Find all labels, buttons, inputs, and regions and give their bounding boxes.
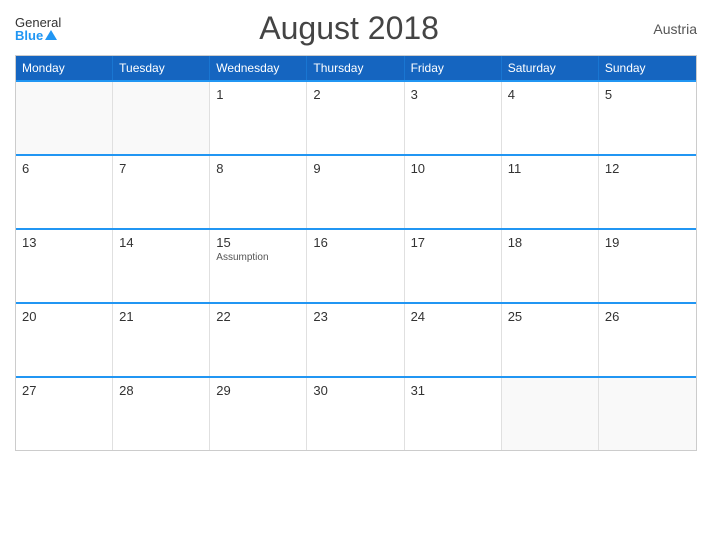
country-label: Austria [637,21,697,37]
day-cell: 30 [307,378,404,450]
day-number: 29 [216,383,300,398]
day-number: 16 [313,235,397,250]
day-number: 22 [216,309,300,324]
day-number: 9 [313,161,397,176]
logo-blue-text: Blue [15,29,43,42]
week-row-3: 13 14 15 Assumption 16 17 18 19 [16,228,696,302]
day-number: 12 [605,161,690,176]
day-cell: 19 [599,230,696,302]
day-number: 15 [216,235,300,250]
day-number: 1 [216,87,300,102]
day-number: 8 [216,161,300,176]
day-number: 30 [313,383,397,398]
day-header-monday: Monday [16,56,113,80]
day-header-friday: Friday [405,56,502,80]
logo-triangle-icon [45,30,57,40]
day-cell: 16 [307,230,404,302]
month-title: August 2018 [61,10,637,47]
day-number: 14 [119,235,203,250]
day-headers-row: MondayTuesdayWednesdayThursdayFridaySatu… [16,56,696,80]
day-number: 21 [119,309,203,324]
day-number: 28 [119,383,203,398]
day-header-sunday: Sunday [599,56,696,80]
day-number: 3 [411,87,495,102]
day-number: 23 [313,309,397,324]
day-cell: 10 [405,156,502,228]
day-cell: 3 [405,82,502,154]
day-number: 13 [22,235,106,250]
day-header-tuesday: Tuesday [113,56,210,80]
day-header-saturday: Saturday [502,56,599,80]
day-cell: 6 [16,156,113,228]
weeks-container: 123456789101112131415Assumption161718192… [16,80,696,450]
day-cell [502,378,599,450]
day-cell: 14 [113,230,210,302]
day-number: 26 [605,309,690,324]
day-cell: 18 [502,230,599,302]
calendar-grid: MondayTuesdayWednesdayThursdayFridaySatu… [15,55,697,451]
day-cell: 22 [210,304,307,376]
calendar-container: General Blue August 2018 Austria MondayT… [0,0,712,550]
day-number: 5 [605,87,690,102]
week-row-5: 27 28 29 30 31 [16,376,696,450]
day-cell: 17 [405,230,502,302]
day-cell: 9 [307,156,404,228]
day-cell: 11 [502,156,599,228]
day-number: 7 [119,161,203,176]
day-header-wednesday: Wednesday [210,56,307,80]
day-cell: 27 [16,378,113,450]
day-number: 27 [22,383,106,398]
day-cell [113,82,210,154]
day-number: 20 [22,309,106,324]
day-cell: 2 [307,82,404,154]
day-cell: 31 [405,378,502,450]
day-cell: 29 [210,378,307,450]
day-cell: 12 [599,156,696,228]
holiday-name: Assumption [216,252,300,263]
day-cell: 4 [502,82,599,154]
logo: General Blue [15,16,61,42]
day-cell: 23 [307,304,404,376]
day-cell: 28 [113,378,210,450]
week-row-1: 12345 [16,80,696,154]
day-cell: 8 [210,156,307,228]
day-cell: 26 [599,304,696,376]
day-number: 2 [313,87,397,102]
day-number: 6 [22,161,106,176]
day-cell: 1 [210,82,307,154]
week-row-2: 6789 10 11 12 [16,154,696,228]
day-cell: 7 [113,156,210,228]
day-cell [599,378,696,450]
day-cell [16,82,113,154]
day-number: 31 [411,383,495,398]
day-cell: 21 [113,304,210,376]
day-number: 17 [411,235,495,250]
day-cell: 5 [599,82,696,154]
day-cell: 24 [405,304,502,376]
day-number: 11 [508,161,592,176]
day-number: 10 [411,161,495,176]
day-number: 18 [508,235,592,250]
logo-general-text: General [15,16,61,29]
day-number: 25 [508,309,592,324]
day-cell: 15 Assumption [210,230,307,302]
day-cell: 20 [16,304,113,376]
day-cell: 25 [502,304,599,376]
day-number: 19 [605,235,690,250]
day-header-thursday: Thursday [307,56,404,80]
calendar-header: General Blue August 2018 Austria [15,10,697,47]
week-row-4: 20 21 22 23 24 25 26 [16,302,696,376]
day-number: 4 [508,87,592,102]
day-cell: 13 [16,230,113,302]
day-number: 24 [411,309,495,324]
